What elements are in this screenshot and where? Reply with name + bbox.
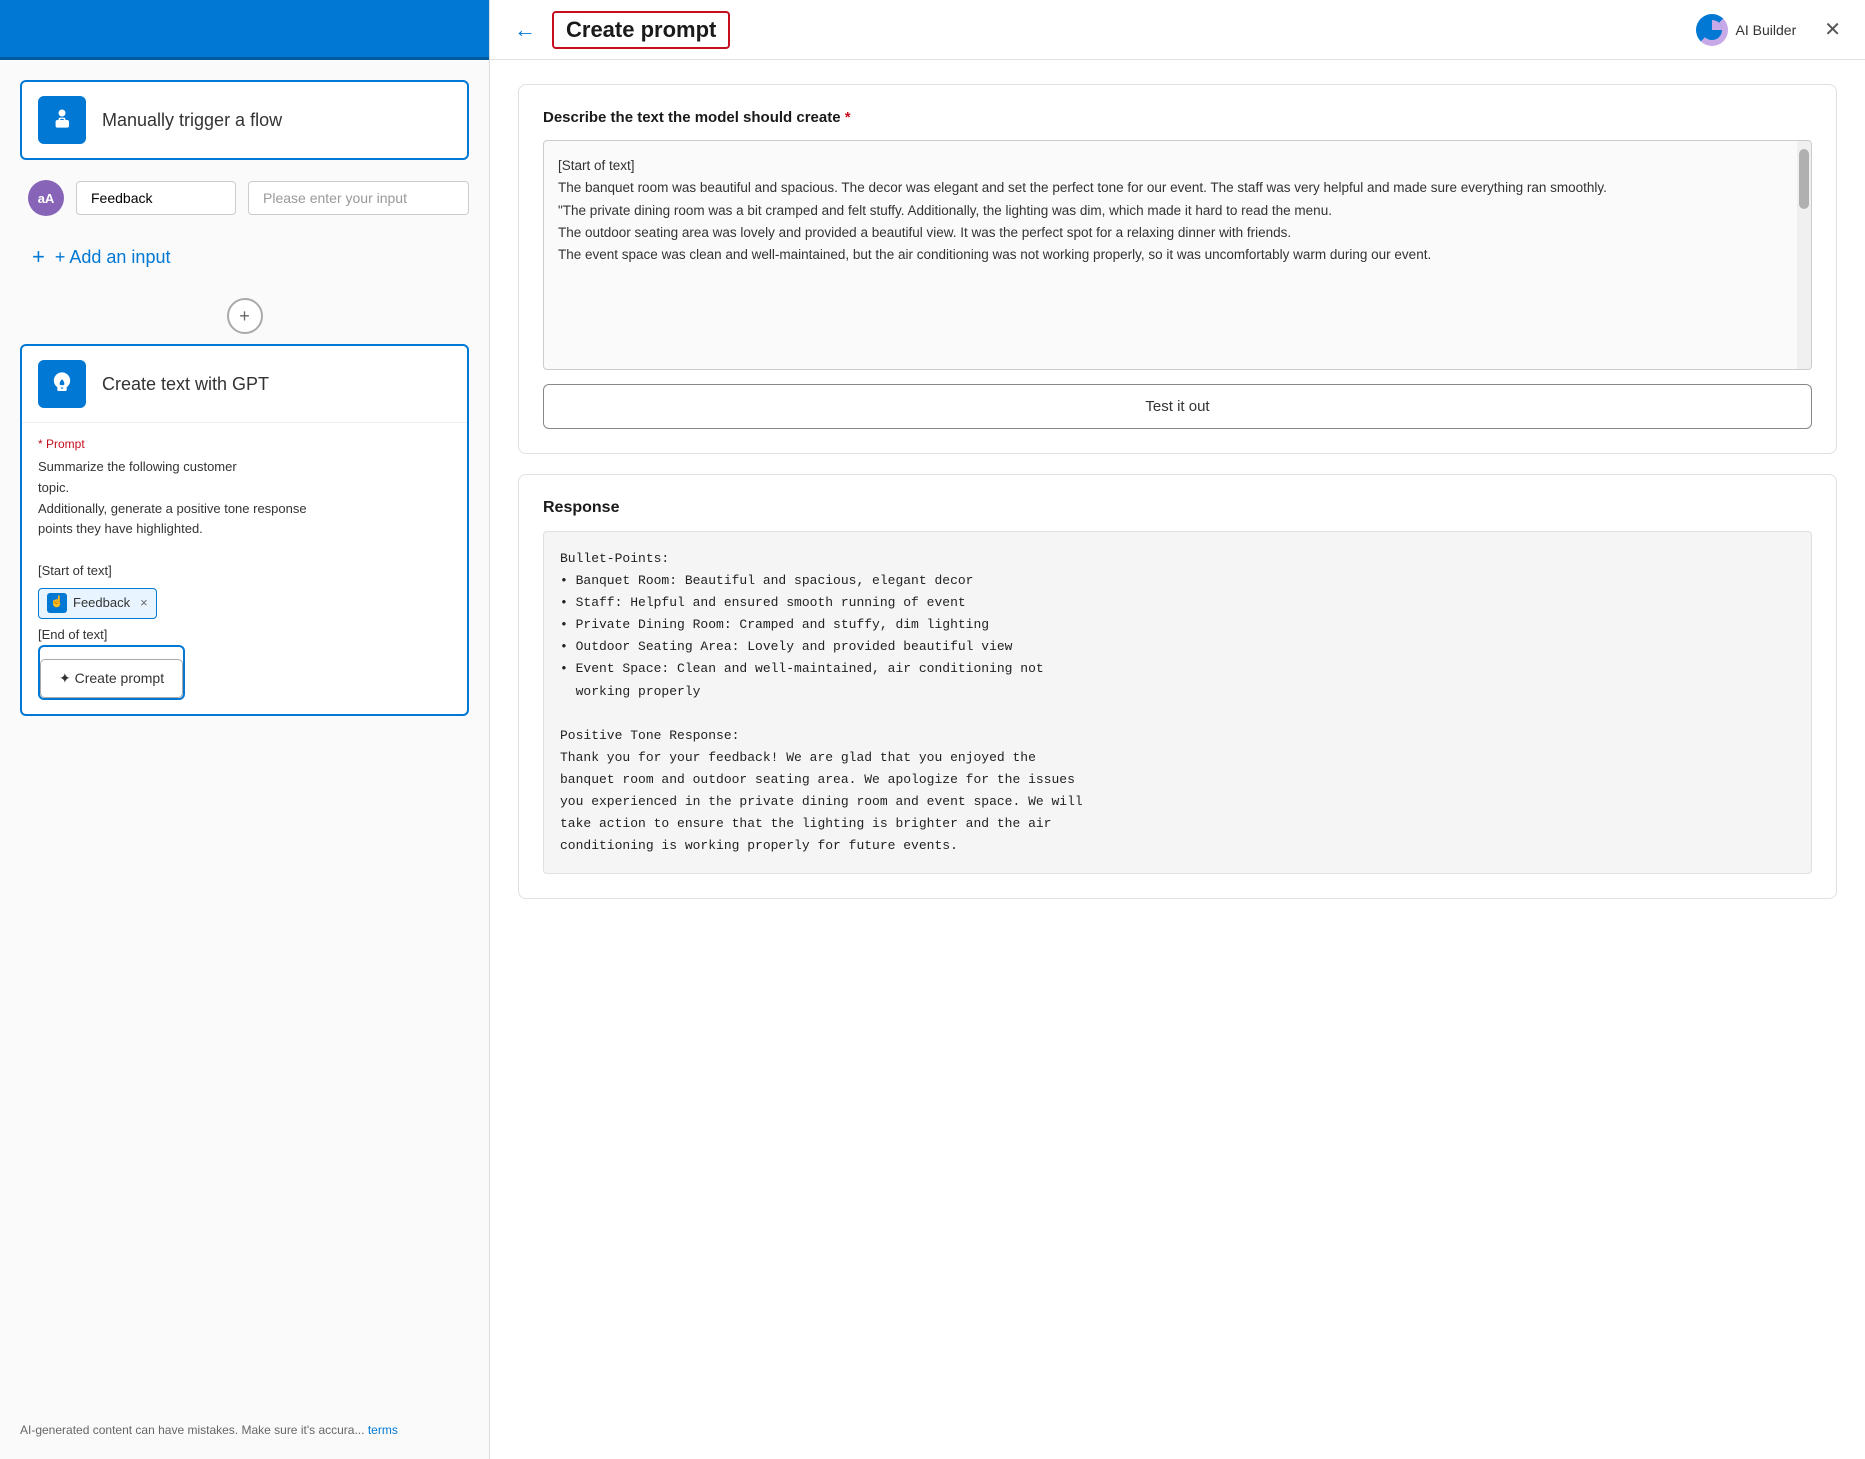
left-panel: Manually trigger a flow aA Feedback Plea…: [0, 0, 490, 1459]
footer-note: AI-generated content can have mistakes. …: [0, 1411, 489, 1459]
prompt-label: * Prompt: [38, 437, 451, 451]
tag-close[interactable]: ×: [140, 593, 148, 614]
ai-builder-label: AI Builder: [1736, 22, 1797, 38]
right-header: ← Create prompt AI Builder ✕: [490, 0, 1865, 60]
ai-logo: [1696, 14, 1728, 46]
right-body: Describe the text the model should creat…: [490, 60, 1865, 1459]
footer-link[interactable]: terms: [368, 1423, 398, 1437]
gpt-icon: [38, 360, 86, 408]
left-content: Manually trigger a flow aA Feedback Plea…: [0, 60, 489, 1411]
input-placeholder[interactable]: Please enter your input: [248, 181, 469, 215]
tag-icon: ☝: [47, 593, 67, 613]
trigger-block[interactable]: Manually trigger a flow: [20, 80, 469, 160]
connector-circle[interactable]: +: [227, 298, 263, 334]
tag-label: Feedback: [73, 593, 130, 614]
plus-icon: +: [32, 244, 45, 270]
add-input-label: + Add an input: [55, 247, 171, 268]
back-icon: ←: [514, 17, 536, 43]
prompt-section: Describe the text the model should creat…: [518, 84, 1837, 454]
feedback-field[interactable]: Feedback: [76, 181, 236, 215]
connector-area: +: [20, 298, 469, 334]
close-button[interactable]: ✕: [1824, 17, 1841, 42]
textarea-content[interactable]: [Start of text] The banquet room was bea…: [544, 141, 1811, 369]
response-heading: Response: [543, 499, 1812, 517]
gpt-body: * Prompt Summarize the following custome…: [22, 423, 467, 714]
page-title: Create prompt: [566, 17, 716, 42]
trigger-label: Manually trigger a flow: [102, 110, 282, 131]
back-button[interactable]: ←: [514, 17, 536, 43]
end-text: [End of text]: [38, 625, 451, 646]
response-content[interactable]: Bullet-Points: • Banquet Room: Beautiful…: [543, 531, 1812, 874]
ai-builder-button[interactable]: AI Builder: [1696, 14, 1797, 46]
input-row: aA Feedback Please enter your input: [20, 180, 469, 216]
create-prompt-wrapper: ✦ Create prompt: [38, 645, 185, 700]
trigger-icon: [38, 96, 86, 144]
describe-label: Describe the text the model should creat…: [543, 109, 841, 126]
test-it-out-button[interactable]: Test it out: [543, 384, 1812, 429]
scrollbar-track: [1797, 141, 1811, 369]
create-prompt-button[interactable]: ✦ Create prompt: [40, 659, 183, 698]
gpt-block: Create text with GPT * Prompt Summarize …: [20, 344, 469, 716]
page-title-box: Create prompt: [552, 11, 730, 49]
right-panel: ← Create prompt AI Builder ✕ Describe th…: [490, 0, 1865, 1459]
required-star: *: [845, 109, 851, 126]
feedback-tag[interactable]: ☝ Feedback ×: [38, 588, 157, 619]
response-section: Response Bullet-Points: • Banquet Room: …: [518, 474, 1837, 899]
input-avatar: aA: [28, 180, 64, 216]
prompt-text: Summarize the following customer topic. …: [38, 457, 451, 645]
textarea-wrapper: [Start of text] The banquet room was bea…: [543, 140, 1812, 370]
describe-heading: Describe the text the model should creat…: [543, 109, 1812, 126]
footer-text: AI-generated content can have mistakes. …: [20, 1423, 364, 1437]
top-bar: [0, 0, 489, 60]
gpt-label: Create text with GPT: [102, 374, 269, 395]
add-input-button[interactable]: + + Add an input: [20, 236, 469, 278]
scrollbar-thumb: [1799, 149, 1809, 209]
gpt-header[interactable]: Create text with GPT: [22, 346, 467, 423]
